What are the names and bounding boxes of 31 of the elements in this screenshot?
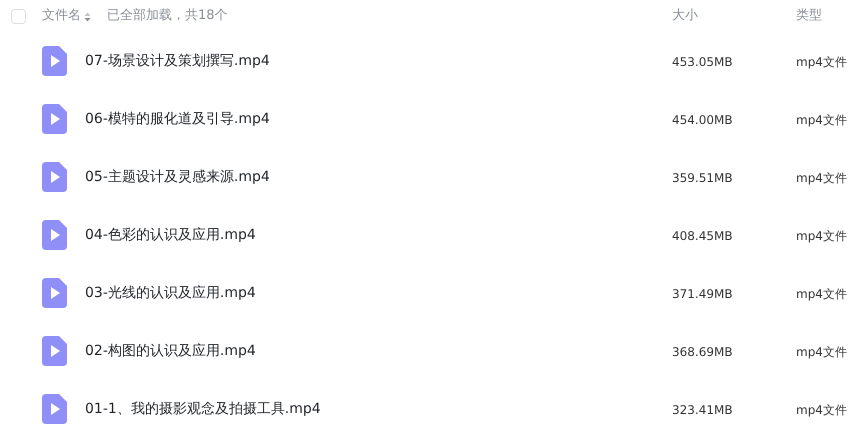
video-file-icon xyxy=(42,162,67,192)
file-size: 454.00MB xyxy=(672,113,733,127)
file-type: mp4文件 xyxy=(796,171,847,185)
file-name[interactable]: 03-光线的认识及应用.mp4 xyxy=(85,282,256,304)
sort-icon[interactable] xyxy=(84,12,91,22)
file-size: 323.41MB xyxy=(672,403,733,417)
checkbox[interactable] xyxy=(11,8,26,24)
file-type: mp4文件 xyxy=(796,345,847,359)
file-name[interactable]: 02-构图的认识及应用.mp4 xyxy=(85,340,256,362)
video-file-icon xyxy=(42,104,67,134)
file-name[interactable]: 04-色彩的认识及应用.mp4 xyxy=(85,224,256,246)
file-type: mp4文件 xyxy=(796,403,847,417)
video-file-icon xyxy=(42,394,67,424)
video-file-icon xyxy=(42,46,67,76)
file-type: mp4文件 xyxy=(796,55,847,69)
file-type: mp4文件 xyxy=(796,229,847,243)
file-name[interactable]: 06-模特的服化道及引导.mp4 xyxy=(85,108,270,130)
file-name[interactable]: 05-主题设计及灵感来源.mp4 xyxy=(85,166,270,188)
file-name[interactable]: 07-场景设计及策划撰写.mp4 xyxy=(85,50,270,72)
file-size: 371.49MB xyxy=(672,287,733,301)
video-file-icon xyxy=(42,278,67,308)
file-size: 368.69MB xyxy=(672,345,733,359)
file-name[interactable]: 01-1、我的摄影观念及拍摄工具.mp4 xyxy=(85,398,321,420)
file-type: mp4文件 xyxy=(796,287,847,301)
file-type: mp4文件 xyxy=(796,113,847,127)
file-size: 408.45MB xyxy=(672,229,733,243)
load-status: 已全部加载，共18个 xyxy=(107,7,228,26)
file-size: 453.05MB xyxy=(672,55,733,69)
video-file-icon xyxy=(42,220,67,250)
file-size: 359.51MB xyxy=(672,171,733,185)
video-file-icon xyxy=(42,336,67,366)
